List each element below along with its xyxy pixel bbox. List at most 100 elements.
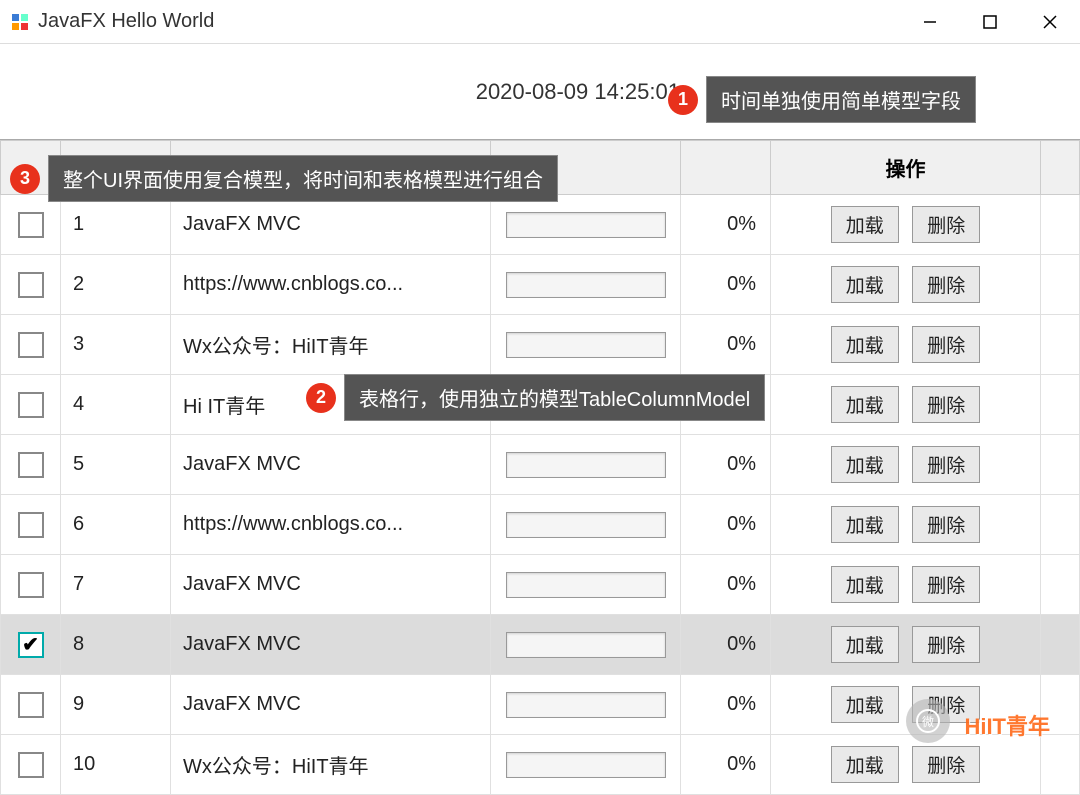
load-button[interactable]: 加载: [831, 746, 899, 783]
row-pct: 0%: [681, 675, 771, 735]
maximize-button[interactable]: [960, 0, 1020, 44]
row-id: 3: [61, 315, 171, 375]
delete-button[interactable]: 删除: [912, 566, 980, 603]
row-name: Wx公众号：HiIT青年: [171, 735, 491, 795]
row-checkbox[interactable]: [18, 332, 44, 358]
annotation-text-3: 整个UI界面使用复合模型，将时间和表格模型进行组合: [48, 155, 558, 202]
delete-button[interactable]: 删除: [912, 266, 980, 303]
row-tail: [1041, 495, 1080, 555]
header-ops[interactable]: 操作: [771, 141, 1041, 195]
annotation-badge-3: 3: [10, 164, 40, 194]
table-row[interactable]: 3 Wx公众号：HiIT青年 0% 加载 删除: [1, 315, 1080, 375]
annotation-3: 3 整个UI界面使用复合模型，将时间和表格模型进行组合: [10, 155, 558, 202]
row-pct: 0%: [681, 615, 771, 675]
row-tail: [1041, 615, 1080, 675]
row-checkbox[interactable]: [18, 632, 44, 658]
load-button[interactable]: 加载: [831, 266, 899, 303]
header-tail: [1041, 141, 1080, 195]
row-progressbar: [506, 212, 666, 238]
close-button[interactable]: [1020, 0, 1080, 44]
row-pct: 0%: [681, 555, 771, 615]
row-tail: [1041, 375, 1080, 435]
row-id: 8: [61, 615, 171, 675]
row-checkbox[interactable]: [18, 272, 44, 298]
row-id: 10: [61, 735, 171, 795]
load-button[interactable]: 加载: [831, 686, 899, 723]
row-pct: 0%: [681, 735, 771, 795]
row-checkbox[interactable]: [18, 392, 44, 418]
row-name: JavaFX MVC: [171, 435, 491, 495]
row-progressbar: [506, 452, 666, 478]
load-button[interactable]: 加载: [831, 506, 899, 543]
load-button[interactable]: 加载: [831, 326, 899, 363]
table-row[interactable]: 7 JavaFX MVC 0% 加载 删除: [1, 555, 1080, 615]
row-id: 5: [61, 435, 171, 495]
delete-button[interactable]: 删除: [912, 506, 980, 543]
row-pct: 0%: [681, 255, 771, 315]
annotation-badge-1: 1: [668, 85, 698, 115]
row-pct: 0%: [681, 435, 771, 495]
row-tail: [1041, 195, 1080, 255]
row-progressbar: [506, 632, 666, 658]
row-progressbar: [506, 752, 666, 778]
row-id: 9: [61, 675, 171, 735]
load-button[interactable]: 加载: [831, 446, 899, 483]
row-name: JavaFX MVC: [171, 615, 491, 675]
load-button[interactable]: 加载: [831, 206, 899, 243]
header-pct[interactable]: [681, 141, 771, 195]
minimize-button[interactable]: [900, 0, 960, 44]
row-progressbar: [506, 692, 666, 718]
row-id: 2: [61, 255, 171, 315]
delete-button[interactable]: 删除: [912, 626, 980, 663]
row-name: JavaFX MVC: [171, 195, 491, 255]
row-checkbox[interactable]: [18, 452, 44, 478]
content-area: 2020-08-09 14:25:01 1 时间单独使用简单模型字段 3 整个U…: [0, 44, 1080, 795]
table-row[interactable]: 6 https://www.cnblogs.co... 0% 加载 删除: [1, 495, 1080, 555]
window-title: JavaFX Hello World: [38, 10, 214, 33]
row-progressbar: [506, 512, 666, 538]
row-tail: [1041, 555, 1080, 615]
timestamp-label: 2020-08-09 14:25:01: [476, 79, 680, 105]
row-checkbox[interactable]: [18, 212, 44, 238]
table-row[interactable]: 1 JavaFX MVC 0% 加载 删除: [1, 195, 1080, 255]
table-row[interactable]: 8 JavaFX MVC 0% 加载 删除: [1, 615, 1080, 675]
row-id: 7: [61, 555, 171, 615]
load-button[interactable]: 加载: [831, 566, 899, 603]
load-button[interactable]: 加载: [831, 626, 899, 663]
data-table: 操作 1 JavaFX MVC 0% 加载 删除 2 https://www.c…: [0, 140, 1080, 795]
row-pct: 0%: [681, 195, 771, 255]
row-checkbox[interactable]: [18, 512, 44, 538]
svg-text:微: 微: [922, 715, 934, 729]
table-row[interactable]: 10 Wx公众号：HiIT青年 0% 加载 删除: [1, 735, 1080, 795]
row-progressbar: [506, 272, 666, 298]
delete-button[interactable]: 删除: [912, 446, 980, 483]
annotation-2: 2 表格行，使用独立的模型TableColumnModel: [306, 374, 765, 421]
row-name: JavaFX MVC: [171, 675, 491, 735]
row-checkbox[interactable]: [18, 692, 44, 718]
row-tail: [1041, 735, 1080, 795]
row-progressbar: [506, 332, 666, 358]
delete-button[interactable]: 删除: [912, 206, 980, 243]
row-checkbox[interactable]: [18, 572, 44, 598]
row-progressbar: [506, 572, 666, 598]
row-checkbox[interactable]: [18, 752, 44, 778]
load-button[interactable]: 加载: [831, 386, 899, 423]
delete-button[interactable]: 删除: [912, 326, 980, 363]
row-id: 4: [61, 375, 171, 435]
row-tail: [1041, 255, 1080, 315]
titlebar: JavaFX Hello World: [0, 0, 1080, 44]
row-pct: 0%: [681, 315, 771, 375]
delete-button[interactable]: 删除: [912, 386, 980, 423]
row-pct: 0%: [681, 495, 771, 555]
table-row[interactable]: 2 https://www.cnblogs.co... 0% 加载 删除: [1, 255, 1080, 315]
annotation-1: 1 时间单独使用简单模型字段: [668, 76, 976, 123]
app-icon: [10, 12, 30, 32]
delete-button[interactable]: 删除: [912, 746, 980, 783]
data-table-wrap: 操作 1 JavaFX MVC 0% 加载 删除 2 https://www.c…: [0, 139, 1080, 795]
annotation-text-2: 表格行，使用独立的模型TableColumnModel: [344, 374, 765, 421]
annotation-badge-2: 2: [306, 383, 336, 413]
row-tail: [1041, 315, 1080, 375]
row-tail: [1041, 435, 1080, 495]
row-id: 1: [61, 195, 171, 255]
table-row[interactable]: 5 JavaFX MVC 0% 加载 删除: [1, 435, 1080, 495]
